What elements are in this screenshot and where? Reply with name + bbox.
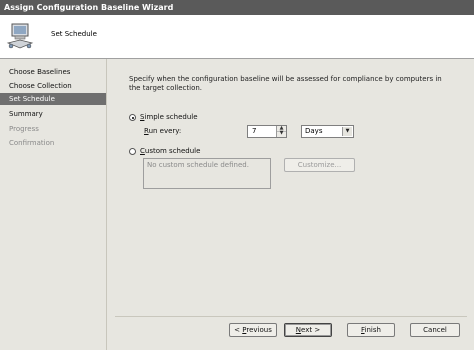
run-every-label: Run every:	[144, 127, 181, 135]
schedule-description: Specify when the configuration baseline …	[129, 75, 442, 92]
custom-schedule-empty-text: No custom schedule defined.	[147, 161, 249, 169]
page-title: Set Schedule	[51, 30, 97, 38]
previous-button[interactable]: < Previous	[229, 323, 277, 337]
custom-schedule-label-rest: ustom schedule	[144, 147, 201, 155]
sidebar-item-set-schedule[interactable]: Set Schedule	[0, 93, 106, 105]
window-title-bar: Assign Configuration Baseline Wizard	[0, 0, 474, 15]
custom-schedule-box: No custom schedule defined.	[143, 158, 271, 189]
wizard-steps-sidebar: Choose Baselines Choose Collection Set S…	[0, 59, 107, 350]
sidebar-item-progress: Progress	[9, 125, 39, 133]
interval-value: 7	[252, 127, 257, 135]
wizard-header: Set Schedule	[0, 15, 474, 59]
chevron-down-icon[interactable]: ▼	[342, 127, 352, 136]
main-content: Specify when the configuration baseline …	[107, 59, 474, 350]
next-rest: ext >	[301, 326, 321, 334]
next-button[interactable]: Next >	[284, 323, 332, 337]
simple-schedule-label[interactable]: Simple schedule	[140, 113, 198, 121]
finish-rest: inish	[364, 326, 381, 334]
custom-schedule-label[interactable]: Custom schedule	[140, 147, 200, 155]
window-title: Assign Configuration Baseline Wizard	[4, 3, 174, 12]
customize-button[interactable]: Customize...	[284, 158, 355, 172]
interval-unit-value: Days	[305, 127, 323, 135]
sidebar-item-summary[interactable]: Summary	[0, 108, 106, 120]
simple-schedule-radio[interactable]	[129, 114, 136, 121]
custom-schedule-radio[interactable]	[129, 148, 136, 155]
stepper-buttons: ▲ ▼	[276, 126, 286, 137]
finish-button[interactable]: Finish	[347, 323, 395, 337]
run-every-label-rest: un every:	[148, 127, 182, 135]
interval-stepper[interactable]: 7 ▲ ▼	[247, 125, 287, 138]
footer-divider	[115, 316, 467, 317]
simple-schedule-label-rest: imple schedule	[144, 113, 198, 121]
sidebar-item-choose-baselines[interactable]: Choose Baselines	[0, 66, 106, 78]
sidebar-item-choose-collection[interactable]: Choose Collection	[0, 80, 106, 92]
cancel-button[interactable]: Cancel	[410, 323, 460, 337]
sidebar-item-confirmation: Confirmation	[9, 139, 55, 147]
computer-network-icon	[6, 23, 34, 49]
stepper-down-icon[interactable]: ▼	[277, 131, 286, 136]
interval-unit-select[interactable]: Days ▼	[301, 125, 354, 138]
previous-rest: revious	[246, 326, 272, 334]
